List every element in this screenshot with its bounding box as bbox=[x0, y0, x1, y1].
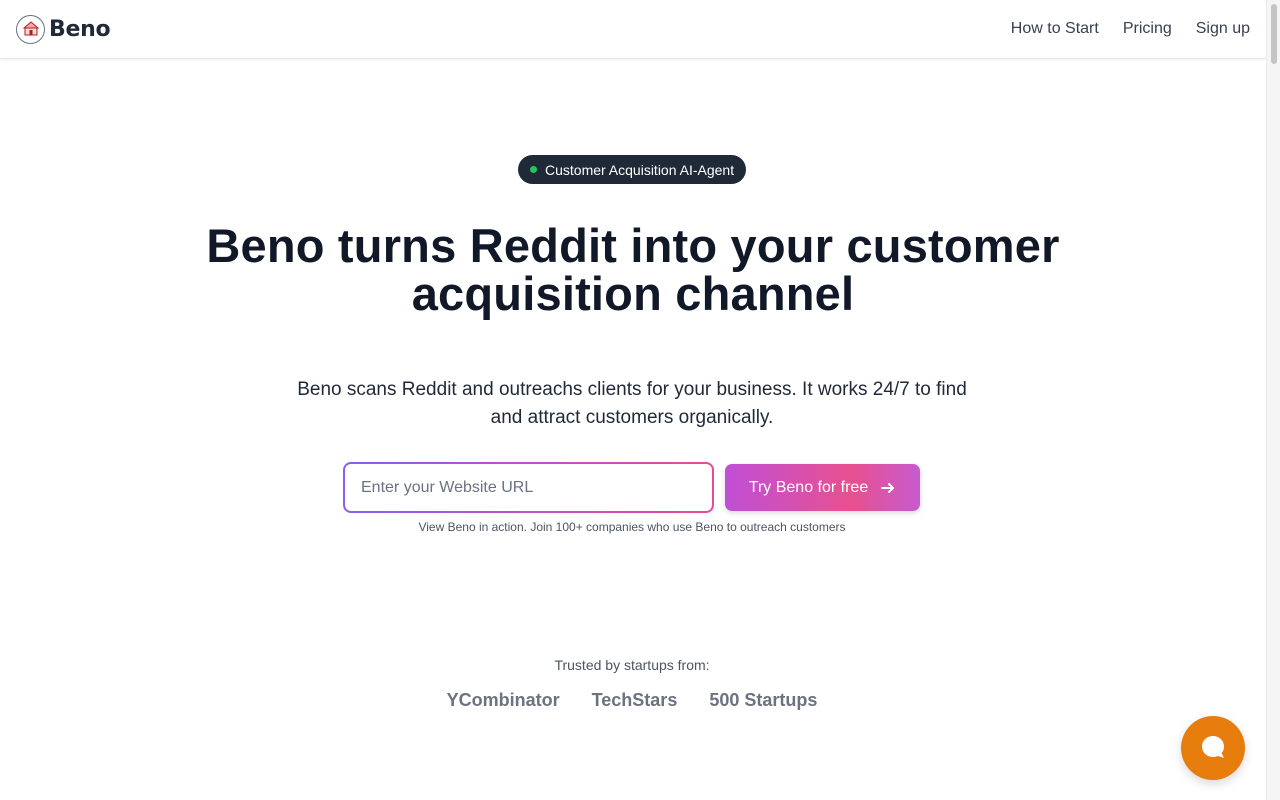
beno-logo-icon bbox=[16, 14, 45, 44]
logo-ycombinator: YCombinator bbox=[446, 690, 560, 710]
cta-note: View Beno in action. Join 100+ companies… bbox=[418, 520, 846, 534]
hero-subheadline: Beno scans Reddit and outreachs clients … bbox=[297, 379, 967, 428]
landing-page: Beno How to Start Pricing Sign up Custom… bbox=[0, 0, 1280, 800]
page-scrollbar[interactable] bbox=[1266, 0, 1280, 800]
try-beno-button[interactable]: Try Beno for free bbox=[725, 464, 920, 511]
trusted-logos: YCombinator TechStars 500 Startups bbox=[332, 690, 932, 711]
chat-bubble-icon bbox=[1200, 734, 1226, 763]
nav-link-how-to-start[interactable]: How to Start bbox=[1011, 20, 1099, 38]
logo-techstars: TechStars bbox=[591, 690, 678, 710]
brand-name: Beno bbox=[49, 16, 111, 42]
status-dot-icon bbox=[530, 166, 537, 173]
try-beno-button-label: Try Beno for free bbox=[748, 478, 869, 496]
nav-link-pricing[interactable]: Pricing bbox=[1123, 20, 1172, 38]
scrollbar-thumb[interactable] bbox=[1271, 4, 1277, 64]
website-url-input[interactable] bbox=[343, 462, 714, 513]
main-nav: How to Start Pricing Sign up bbox=[1011, 20, 1250, 38]
site-header: Beno How to Start Pricing Sign up bbox=[0, 0, 1266, 59]
hero-badge: Customer Acquisition AI-Agent bbox=[518, 155, 747, 184]
logo-500-startups: 500 Startups bbox=[709, 690, 818, 710]
hero-headline: Beno turns Reddit into your customer acq… bbox=[206, 219, 1060, 320]
nav-link-sign-up[interactable]: Sign up bbox=[1196, 20, 1250, 38]
arrow-right-icon bbox=[880, 480, 896, 496]
brand-link[interactable]: Beno bbox=[16, 14, 111, 44]
hero-badge-label: Customer Acquisition AI-Agent bbox=[545, 161, 735, 178]
trusted-label: Trusted by startups from: bbox=[554, 657, 710, 673]
chat-launcher-button[interactable] bbox=[1181, 716, 1245, 780]
